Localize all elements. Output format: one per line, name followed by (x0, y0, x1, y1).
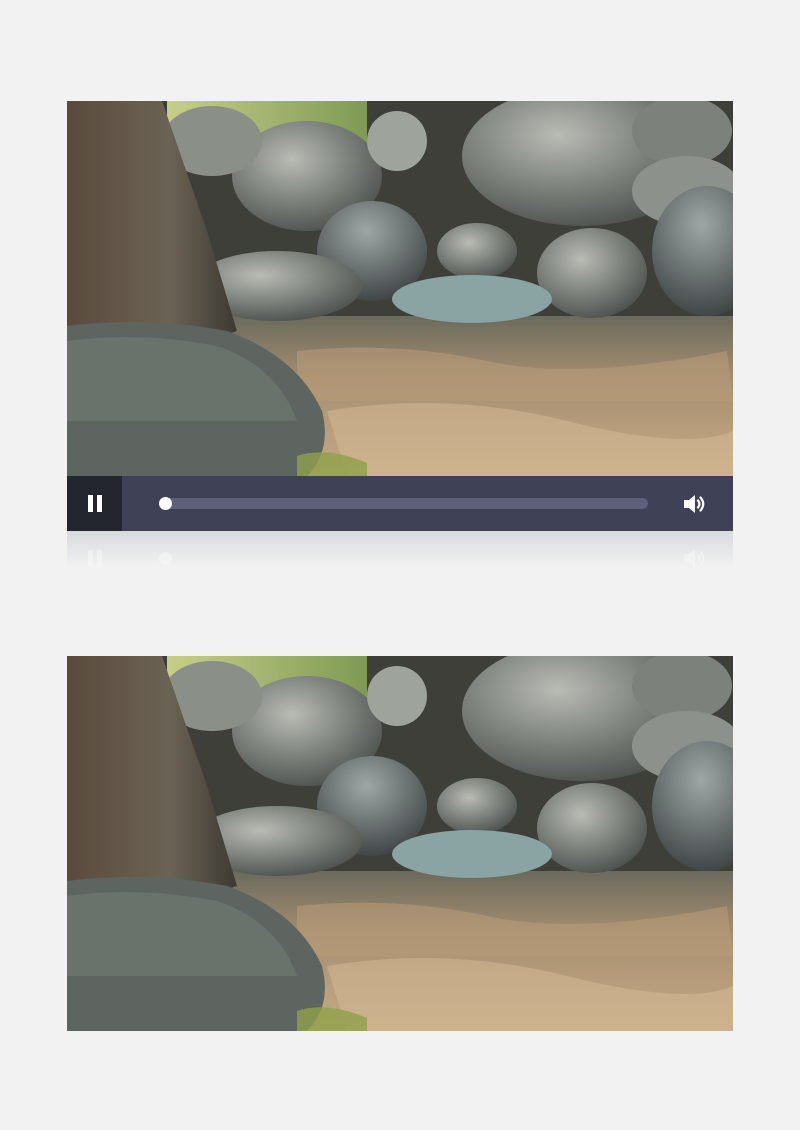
pause-icon (88, 495, 93, 512)
pause-button[interactable] (67, 476, 122, 531)
progress-track[interactable] (159, 497, 648, 510)
control-bar-reflection (67, 531, 733, 567)
volume-icon (684, 495, 705, 513)
reflection-volume-icon (684, 549, 705, 567)
volume-button[interactable] (681, 491, 707, 517)
reflection-pause-bar (88, 550, 93, 567)
progress-knob[interactable] (159, 497, 172, 510)
reflection-pause-bar (97, 550, 102, 567)
reflection-knob (159, 552, 172, 565)
video-frame[interactable] (67, 101, 733, 476)
pause-icon-bar (97, 495, 102, 512)
video-control-bar (67, 476, 733, 531)
preview-image (67, 656, 733, 1031)
video-image (67, 101, 733, 476)
preview-image-content (67, 656, 733, 1031)
reflection-ghost (67, 531, 733, 567)
